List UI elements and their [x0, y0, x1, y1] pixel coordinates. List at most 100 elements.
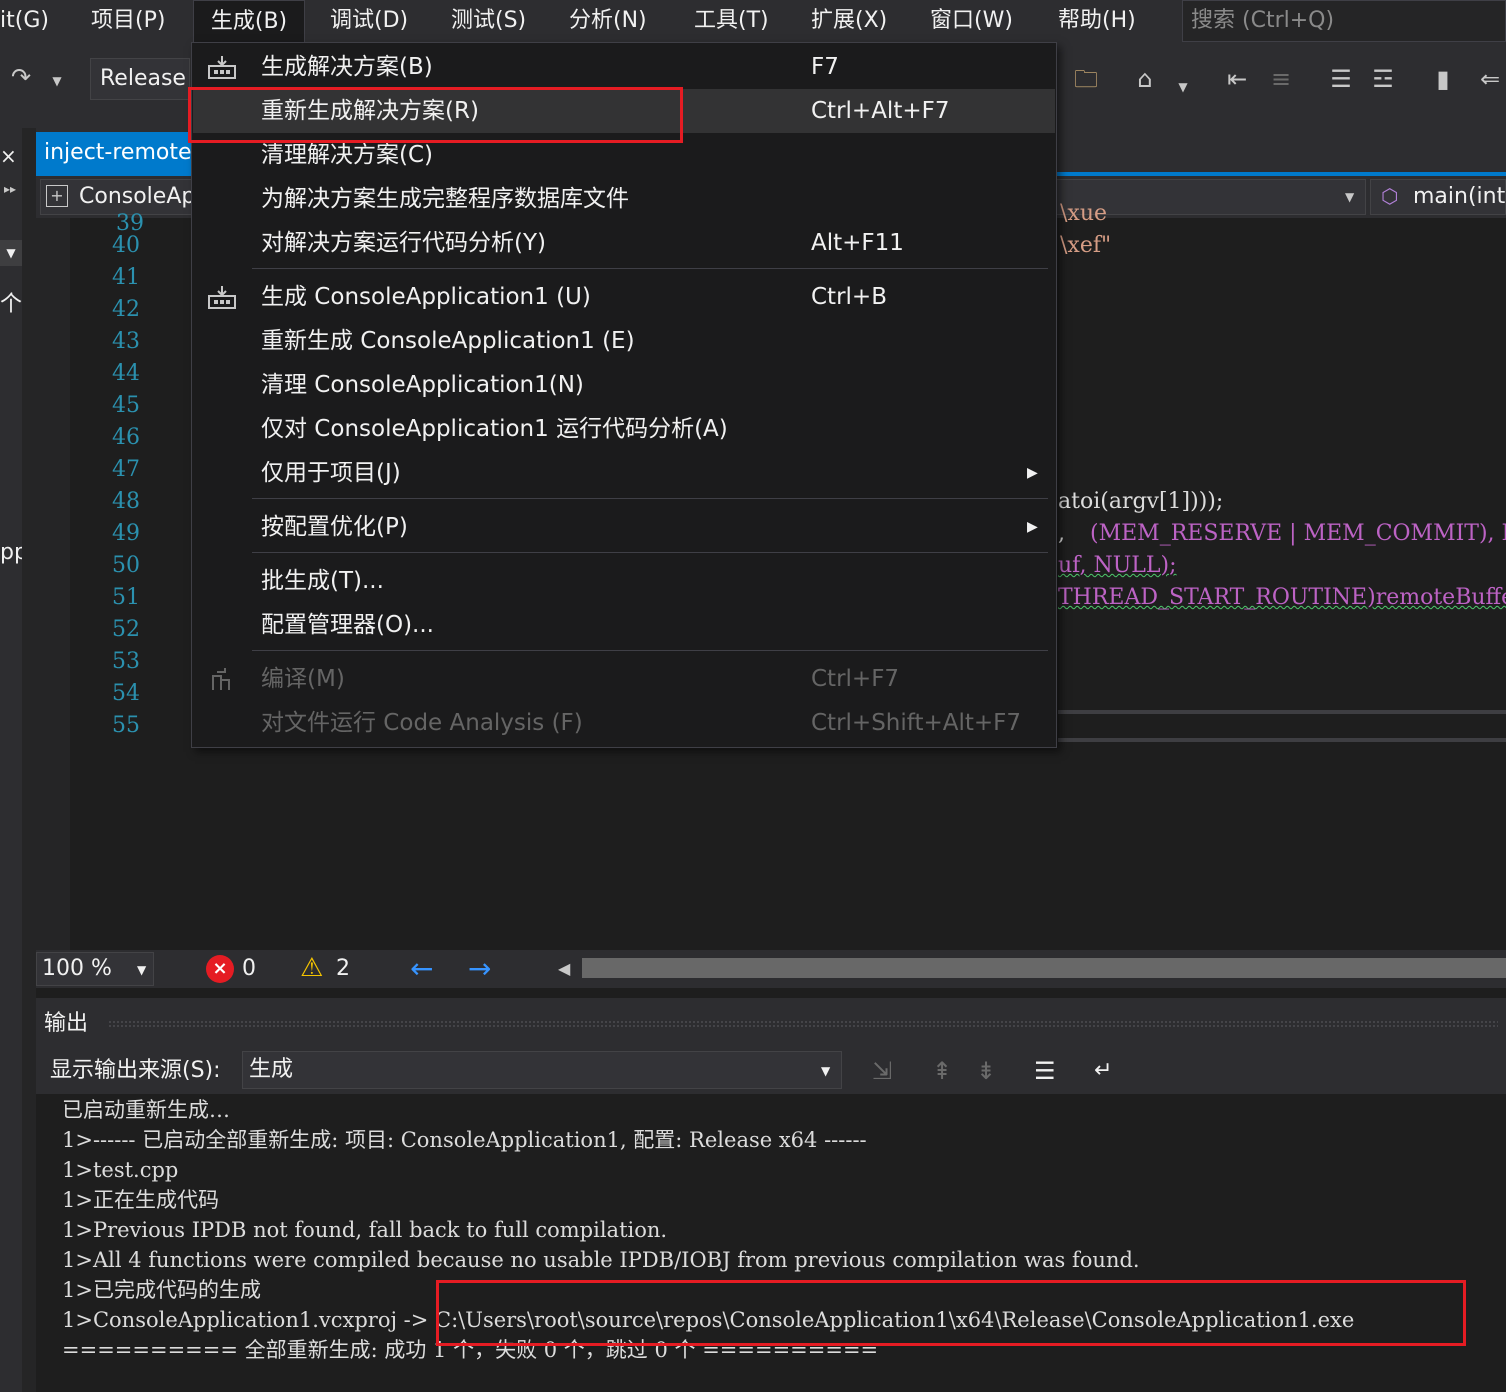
menu-analyze[interactable]: 分析(N)	[569, 0, 647, 42]
output-line: 1>test.cpp	[62, 1158, 179, 1182]
chevron-icon[interactable]: ▸▸	[4, 182, 16, 196]
function-cube-icon: ⬡	[1381, 184, 1399, 208]
output-title: 输出	[44, 1011, 89, 1036]
prev-bookmark-icon[interactable]: ⇐	[1474, 64, 1506, 94]
menu-item-configuration-manager[interactable]: 配置管理器(O)...	[193, 603, 1055, 647]
rebuild-solution-highlight	[188, 87, 683, 143]
menu-item-label: 编译(M)	[261, 666, 345, 692]
menu-item-file-code-analysis[interactable]: 对文件运行 Code Analysis (F) Ctrl+Shift+Alt+F…	[193, 701, 1055, 745]
menu-item-project-only[interactable]: 仅用于项目(J) ▶	[193, 451, 1055, 495]
menu-tools[interactable]: 工具(T)	[694, 0, 769, 42]
comment-icon[interactable]: ☰	[1324, 64, 1358, 94]
output-line: 1>All 4 functions were compiled because …	[62, 1248, 1140, 1272]
menu-separator	[252, 552, 1048, 553]
line-number: 49	[112, 521, 140, 546]
submenu-arrow-icon: ▶	[1027, 519, 1038, 535]
menu-test[interactable]: 测试(S)	[451, 0, 526, 42]
menu-item-build-solution[interactable]: 生成解决方案(B) F7	[193, 45, 1055, 89]
word-wrap-icon[interactable]: ↵	[1094, 1052, 1112, 1090]
menu-item-clean-project[interactable]: 清理 ConsoleApplication1(N)	[193, 363, 1055, 407]
menu-extensions[interactable]: 扩展(X)	[811, 0, 887, 42]
left-gap	[22, 128, 36, 1392]
menu-item-label: 对解决方案运行代码分析(Y)	[261, 230, 546, 256]
menu-item-generate-pdb[interactable]: 为解决方案生成完整程序数据库文件	[193, 177, 1055, 221]
tab-label: inject-remote	[44, 140, 192, 165]
clear-all-icon[interactable]: ☰	[1034, 1052, 1056, 1090]
navigate-forward-icon[interactable]: →	[468, 950, 491, 988]
code-fragment: ,	[1058, 521, 1065, 546]
menu-item-label: 按配置优化(P)	[261, 514, 408, 540]
indent-icon[interactable]: ⇤	[1220, 64, 1254, 94]
output-header: 输出	[36, 998, 1506, 1050]
dropdown-icon[interactable]: ▼	[0, 240, 22, 266]
menu-item-shortcut: F7	[811, 54, 839, 80]
menu-item-compile[interactable]: 编译(M) Ctrl+F7	[193, 657, 1055, 701]
menu-item-label: 配置管理器(O)...	[261, 612, 434, 638]
menu-item-analyze-project[interactable]: 仅对 ConsoleApplication1 运行代码分析(A)	[193, 407, 1055, 451]
code-fragment: (MEM_RESERVE | MEM_COMMIT), PAGE_	[1090, 521, 1506, 546]
error-icon[interactable]: ×	[206, 955, 234, 983]
line-number: 41	[112, 265, 140, 290]
function-dropdown[interactable]: ⬡ main(int	[1370, 179, 1506, 215]
compile-icon	[207, 666, 237, 692]
menu-debug[interactable]: 调试(D)	[330, 0, 408, 42]
zoom-select[interactable]: 100 % ▼	[36, 952, 154, 986]
menu-item-rebuild-project[interactable]: 重新生成 ConsoleApplication1 (E)	[193, 319, 1055, 363]
output-source-label: 显示输出来源(S):	[50, 1058, 221, 1083]
close-icon[interactable]: ×	[0, 144, 17, 168]
output-line: 1>Previous IPDB not found, fall back to …	[62, 1218, 668, 1242]
submenu-arrow-icon: ▶	[1027, 465, 1038, 481]
line-number: 47	[112, 457, 140, 482]
redo-icon[interactable]: ↷	[6, 62, 36, 92]
menu-item-shortcut: Ctrl+Shift+Alt+F7	[811, 710, 1022, 736]
next-message-icon[interactable]: ⇟	[976, 1052, 996, 1090]
scroll-left-icon[interactable]: ◀	[558, 950, 570, 988]
go-to-message-icon[interactable]: ⇲	[872, 1052, 892, 1090]
menu-separator	[252, 498, 1048, 499]
menu-item-analyze-solution[interactable]: 对解决方案运行代码分析(Y) Alt+F11	[193, 221, 1055, 265]
line-number: 42	[112, 297, 140, 322]
menu-item-label: 批生成(T)...	[261, 568, 384, 594]
navigate-back-icon[interactable]: ←	[410, 950, 433, 988]
menu-item-label: 仅用于项目(J)	[261, 460, 401, 486]
left-strip-text-1: 个	[0, 292, 23, 317]
home-window-icon[interactable]: ⌂	[1128, 64, 1162, 94]
code-fragment: \xef"	[1060, 233, 1112, 258]
tab-inject-remote[interactable]: inject-remote	[36, 132, 194, 174]
editor-divider	[1058, 738, 1506, 742]
menu-item-batch-build[interactable]: 批生成(T)...	[193, 559, 1055, 603]
menu-project[interactable]: 项目(P)	[91, 0, 165, 42]
redo-dropdown-icon[interactable]: ▼	[48, 66, 66, 96]
code-fragment: \xue	[1060, 201, 1108, 226]
menu-build[interactable]: 生成(B)	[193, 0, 305, 43]
menu-git[interactable]: it(G)	[0, 0, 49, 42]
menu-item-shortcut: Alt+F11	[811, 230, 904, 256]
uncomment-icon[interactable]: ☲	[1366, 64, 1400, 94]
warning-icon[interactable]: ⚠	[300, 952, 323, 984]
menu-item-build-project[interactable]: 生成 ConsoleApplication1 (U) Ctrl+B	[193, 275, 1055, 319]
line-number: 55	[112, 713, 140, 738]
search-input[interactable]: 搜索 (Ctrl+Q)	[1182, 0, 1506, 42]
output-source-select[interactable]: 生成 ▼	[242, 1051, 842, 1089]
build-project-icon	[207, 284, 237, 310]
line-number: 40	[112, 233, 140, 258]
menu-item-pgo[interactable]: 按配置优化(P) ▶	[193, 505, 1055, 549]
horizontal-scrollbar[interactable]	[582, 958, 1506, 978]
outdent-icon[interactable]: ≡	[1264, 64, 1298, 94]
configuration-select[interactable]: Release	[90, 58, 190, 100]
bookmark-icon[interactable]: ▮	[1426, 64, 1460, 94]
menu-item-label: 清理 ConsoleApplication1(N)	[261, 372, 584, 398]
warning-count: 2	[336, 956, 350, 981]
menu-window[interactable]: 窗口(W)	[930, 0, 1013, 42]
open-folder-icon[interactable]: 🗀	[1068, 64, 1104, 94]
editor-divider	[1058, 710, 1506, 714]
menu-item-label: 生成 ConsoleApplication1 (U)	[261, 284, 591, 310]
output-line: 1>正在生成代码	[62, 1188, 219, 1212]
configuration-value: Release	[100, 66, 186, 91]
home-dropdown-icon[interactable]: ▼	[1174, 72, 1192, 102]
output-line: 已启动重新生成…	[62, 1098, 230, 1122]
output-path-highlight	[436, 1280, 1466, 1346]
previous-message-icon[interactable]: ⇞	[932, 1052, 952, 1090]
menu-help[interactable]: 帮助(H)	[1058, 0, 1136, 42]
line-number: 43	[112, 329, 140, 354]
